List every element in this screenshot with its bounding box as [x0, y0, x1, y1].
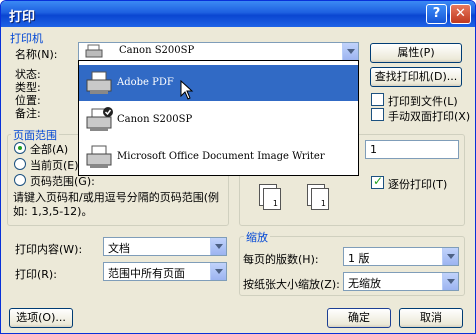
print-to-file-checkbox[interactable]: [371, 93, 384, 106]
printer-name-value: Canon S200SP: [119, 45, 195, 56]
printer-option-label: Canon S200SP: [117, 114, 193, 125]
zoom-title: 缩放: [244, 229, 270, 245]
current-page-label: 当前页(E): [30, 159, 79, 172]
dialog-title: 打印: [9, 10, 36, 25]
scale-value: 无缩放: [348, 277, 381, 290]
printer-dropdown-list: Adobe PDF Canon S200SP Microsoft Office …: [78, 60, 359, 176]
printer-icon: [85, 44, 103, 58]
chevron-down-icon[interactable]: [210, 263, 226, 280]
page-range-hint: 请键入页码和/或用逗号分隔的页码范围(例如: 1,3,5-12)。: [13, 191, 219, 218]
collate-checkbox[interactable]: [371, 174, 384, 189]
printer-name-label: 名称(N):: [15, 48, 58, 61]
cursor-icon: [180, 80, 194, 100]
current-page-radio[interactable]: [14, 158, 26, 170]
printer-option-label: Microsoft Office Document Image Writer: [117, 151, 325, 162]
print-to-file-label: 打印到文件(L): [388, 95, 458, 108]
print-dialog: 打印 ? ✕ 打印机 名称(N): Canon S200SP 状态: 类型: 位…: [0, 0, 476, 334]
comment-label: 备注:: [15, 107, 41, 120]
manual-duplex-checkbox[interactable]: [371, 108, 384, 121]
printer-name-select[interactable]: Canon S200SP: [78, 42, 359, 61]
help-button[interactable]: ?: [426, 4, 447, 24]
pages-per-sheet-value: 1 版: [348, 252, 370, 265]
cancel-button[interactable]: 取消: [399, 308, 463, 328]
pages-per-sheet-label: 每页的版数(H):: [243, 253, 319, 266]
ok-button[interactable]: 确定: [327, 308, 391, 328]
collate-page-icon: 1: [311, 188, 329, 210]
copies-count-input[interactable]: 1: [365, 140, 459, 159]
printer-option-adobe-pdf[interactable]: Adobe PDF: [79, 65, 358, 101]
print-scope-value: 范围中所有页面: [108, 267, 185, 280]
find-printer-button[interactable]: 查找打印机(D)...: [370, 67, 462, 87]
printer-option-label: Adobe PDF: [117, 77, 174, 88]
collate-label: 逐份打印(T): [388, 178, 448, 191]
print-what-select[interactable]: 文档: [103, 237, 227, 256]
printer-group-title: 打印机: [10, 32, 43, 45]
all-pages-radio[interactable]: [14, 142, 26, 154]
chevron-down-icon[interactable]: [442, 273, 458, 290]
printer-option-canon[interactable]: Canon S200SP: [79, 102, 358, 138]
chevron-down-icon[interactable]: [342, 43, 358, 60]
page-numbers-radio[interactable]: [14, 174, 26, 186]
manual-duplex-label: 手动双面打印(X): [388, 110, 471, 123]
printer-icon: [86, 145, 112, 168]
properties-button[interactable]: 属性(P): [370, 43, 462, 63]
print-scope-label: 打印(R):: [15, 268, 57, 281]
options-button[interactable]: 选项(O)...: [9, 308, 73, 328]
all-pages-label: 全部(A): [30, 143, 69, 156]
chevron-down-icon[interactable]: [442, 248, 458, 265]
close-button[interactable]: ✕: [450, 4, 471, 24]
pages-per-sheet-select[interactable]: 1 版: [343, 247, 459, 266]
chevron-down-icon[interactable]: [210, 238, 226, 255]
title-bar: 打印 ? ✕: [1, 1, 475, 27]
print-scope-select[interactable]: 范围中所有页面: [103, 262, 227, 281]
scale-label: 按纸张大小缩放(Z):: [243, 278, 340, 291]
print-what-label: 打印内容(W):: [15, 243, 83, 256]
printer-option-mso-writer[interactable]: Microsoft Office Document Image Writer: [79, 139, 358, 175]
pdf-printer-icon: [86, 71, 112, 94]
copies-count-value: 1: [370, 143, 377, 156]
scale-select[interactable]: 无缩放: [343, 272, 459, 291]
default-printer-icon: [86, 107, 113, 131]
collate-page-icon: 1: [263, 188, 281, 210]
print-what-value: 文档: [108, 242, 130, 255]
